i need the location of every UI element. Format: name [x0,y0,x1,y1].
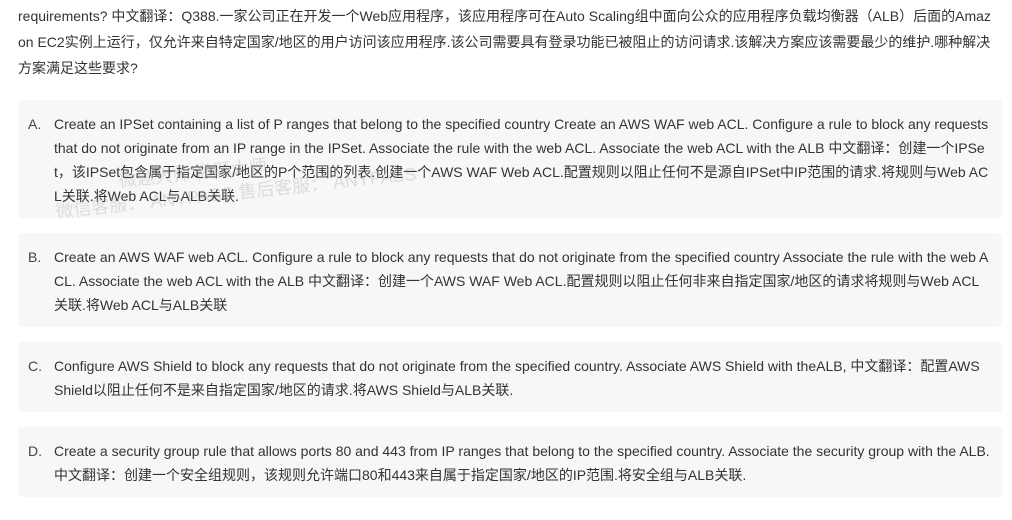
option-text: Create an AWS WAF web ACL. Configure a r… [54,249,989,313]
option-text: Create an IPSet containing a list of P r… [54,116,989,204]
option-letter: C. [28,358,42,374]
option-d[interactable]: D. Create a security group rule that all… [18,427,1002,497]
option-c[interactable]: C. Configure AWS Shield to block any req… [18,342,1002,412]
option-letter: B. [28,249,42,265]
option-b[interactable]: B. Create an AWS WAF web ACL. Configure … [18,233,1002,327]
question-text: requirements? 中文翻译：Q388.一家公司正在开发一个Web应用程… [18,8,991,76]
option-a[interactable]: A. Create an IPSet containing a list of … [18,100,1002,218]
option-text: Create a security group rule that allows… [54,443,990,483]
option-text: Configure AWS Shield to block any reques… [54,358,980,398]
option-letter: D. [28,443,42,459]
option-letter: A. [28,116,42,132]
